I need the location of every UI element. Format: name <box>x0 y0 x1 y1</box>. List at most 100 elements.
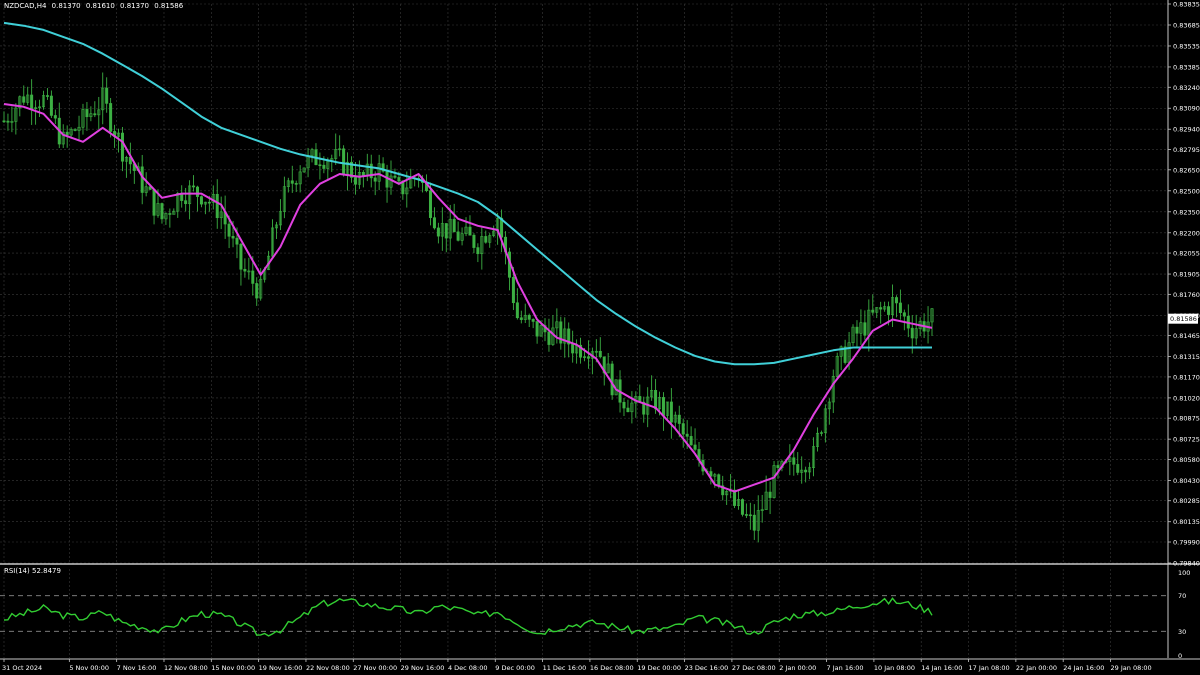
time-tick-label: 19 Dec 00:00 <box>637 664 681 672</box>
candle-body <box>168 213 172 215</box>
candle-body <box>654 389 658 410</box>
candle-body <box>792 457 796 465</box>
candles-layer <box>2 72 934 543</box>
rsi-info-header: RSI(14) 52.8479 <box>4 567 61 575</box>
candle-body <box>863 322 867 336</box>
price-tick-label: 0.80135 <box>1173 518 1200 526</box>
candle-body <box>85 109 89 118</box>
close-value: 0.81586 <box>154 2 184 10</box>
candle-body <box>231 236 235 239</box>
candle-body <box>622 401 626 409</box>
candle-body <box>571 343 575 354</box>
candle-body <box>353 177 357 185</box>
time-tick-label: 22 Nov 08:00 <box>306 664 350 672</box>
candle-body <box>456 231 460 241</box>
candle-body <box>53 115 57 119</box>
time-tick-label: 22 Jan 00:00 <box>1016 664 1057 672</box>
rsi-tick-label: 100 <box>1178 569 1190 577</box>
price-tick-label: 0.82200 <box>1173 229 1200 237</box>
time-tick-label: 5 Nov 00:00 <box>69 664 109 672</box>
candle-body <box>626 407 630 413</box>
candle-body <box>45 95 49 97</box>
price-tick-label: 0.81315 <box>1173 353 1200 361</box>
candle-body <box>669 401 673 423</box>
candle-body <box>30 94 34 109</box>
candle-body <box>93 113 97 116</box>
price-tick-label: 0.79840 <box>1173 560 1200 568</box>
candle-body <box>294 183 298 185</box>
price-tick-label: 0.80285 <box>1173 497 1200 505</box>
fast-ma-layer <box>3 103 933 493</box>
time-axis: 31 Oct 2024 5 Nov 00:00 7 Nov 16:00 12 Nov … <box>2 659 1152 672</box>
time-tick-label: 31 Oct 2024 <box>2 664 42 672</box>
price-tick-label: 0.82795 <box>1173 146 1200 154</box>
rsi-tick-label: 0 <box>1178 652 1182 660</box>
candle-body <box>894 297 898 304</box>
time-tick-label: 12 Nov 08:00 <box>164 664 208 672</box>
price-tick-label: 0.82940 <box>1173 126 1200 134</box>
time-tick-label: 7 Nov 16:00 <box>117 664 157 672</box>
candle-body <box>717 474 721 487</box>
candle-body <box>73 129 77 131</box>
candle-body <box>879 307 883 310</box>
candle-body <box>322 164 326 169</box>
time-tick-label: 11 Dec 16:00 <box>543 664 587 672</box>
candle-body <box>373 177 377 182</box>
candle-body <box>661 397 665 416</box>
candle-body <box>243 268 247 272</box>
time-tick-label: 9 Dec 00:00 <box>495 664 535 672</box>
slow-ma-layer <box>3 21 932 366</box>
price-tick-label: 0.81905 <box>1173 271 1200 279</box>
time-tick-label: 23 Dec 16:00 <box>685 664 729 672</box>
candle-body <box>227 223 231 237</box>
time-tick-label: 14 Jan 16:00 <box>921 664 962 672</box>
price-axis: 0.83835 0.83685 0.83535 0.83385 0.83240 0.830… <box>1168 1 1200 568</box>
candle-body <box>472 234 476 248</box>
symbol-info-header: NZDCAD,H4 0.81370 0.81610 0.81370 0.8158… <box>4 2 186 10</box>
candle-body <box>49 95 53 116</box>
fast-ma-line <box>3 103 933 493</box>
candle-body <box>432 217 436 229</box>
candle-body <box>65 131 69 136</box>
candle-body <box>610 363 614 396</box>
candle-body <box>748 514 752 517</box>
candle-body <box>199 196 203 205</box>
price-tick-label: 0.80725 <box>1173 436 1200 444</box>
time-tick-label: 27 Dec 08:00 <box>732 664 776 672</box>
grid-lines <box>0 3 1168 658</box>
candle-body <box>855 326 859 334</box>
price-tick-label: 0.83385 <box>1173 63 1200 71</box>
candle-body <box>436 227 440 237</box>
time-tick-label: 2 Jan 00:00 <box>779 664 816 672</box>
candle-body <box>598 350 602 358</box>
candle-body <box>428 190 432 218</box>
low-value: 0.81370 <box>120 2 149 10</box>
candle-body <box>902 312 906 317</box>
candle-body <box>685 433 689 437</box>
price-tick-label: 0.81170 <box>1173 373 1200 381</box>
candle-body <box>452 218 456 233</box>
candle-body <box>444 223 448 239</box>
open-value: 0.81370 <box>51 2 81 10</box>
symbol-label: NZDCAD,H4 <box>4 2 47 10</box>
candle-body <box>744 514 748 516</box>
candle-body <box>195 186 199 197</box>
time-tick-label: 17 Jan 08:00 <box>969 664 1010 672</box>
chart-frame <box>0 0 1200 660</box>
candle-body <box>6 120 10 123</box>
candle-body <box>527 314 531 320</box>
candle-body <box>239 243 243 270</box>
price-tick-label: 0.80875 <box>1173 415 1200 423</box>
candle-body <box>22 96 26 103</box>
candle-body <box>910 327 914 339</box>
time-tick-label: 19 Nov 16:00 <box>259 664 303 672</box>
candle-body <box>184 200 188 205</box>
high-value: 0.81610 <box>85 2 115 10</box>
candle-body <box>689 436 693 446</box>
rsi-line <box>3 597 933 637</box>
current-price-label: 0.81586 <box>1170 315 1197 323</box>
price-tick-label: 0.82500 <box>1173 187 1200 195</box>
time-tick-label: 29 Jan 08:00 <box>1111 664 1152 672</box>
time-tick-label: 4 Dec 08:00 <box>448 664 488 672</box>
price-tick-label: 0.83835 <box>1173 1 1200 9</box>
